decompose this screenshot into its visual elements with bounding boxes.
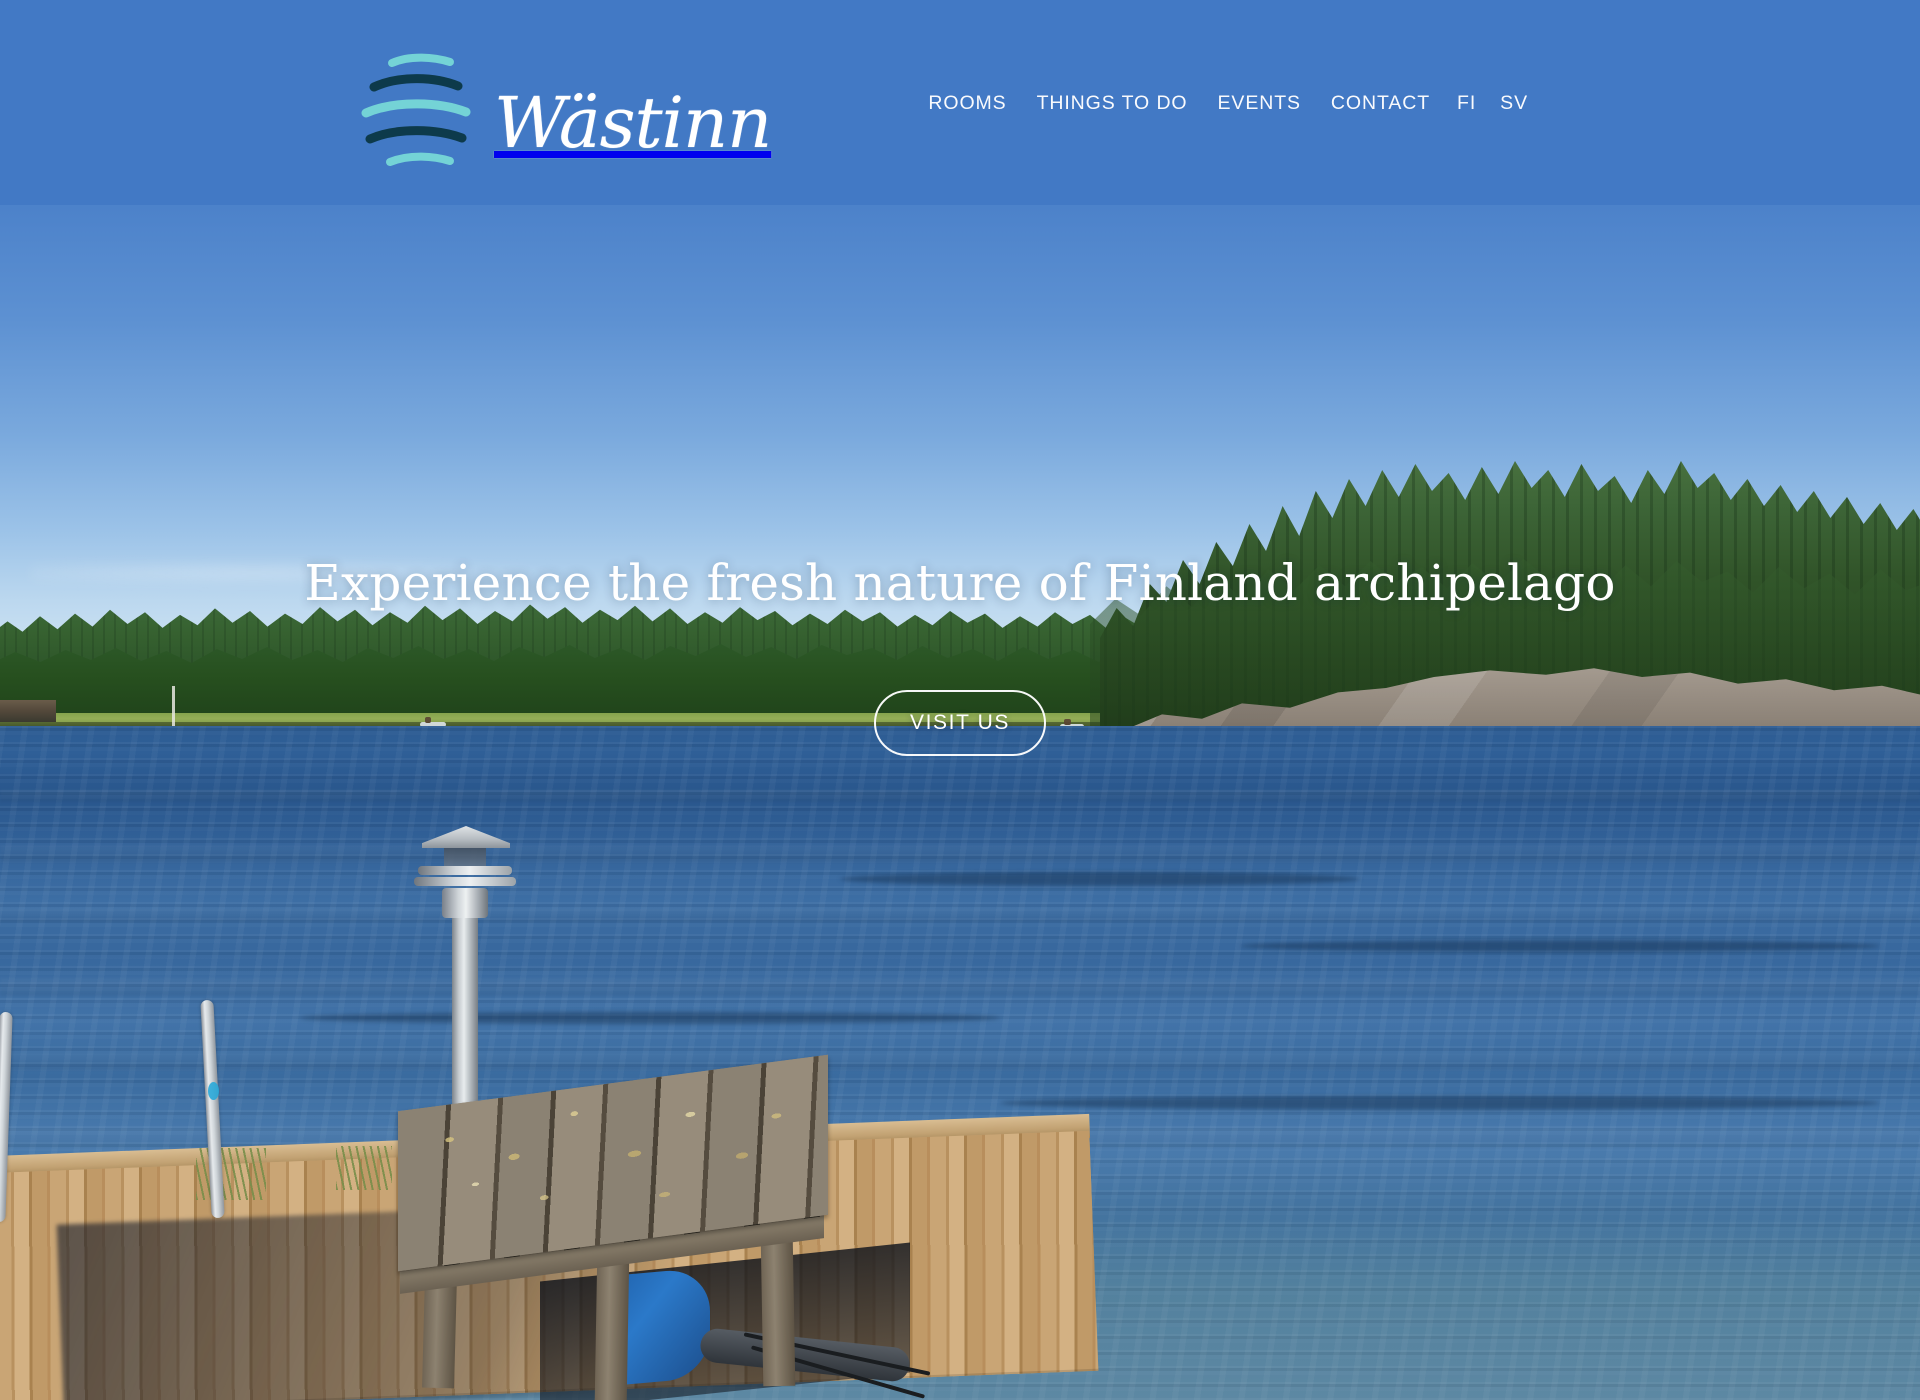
nav-lang-fi[interactable]: FI (1445, 92, 1488, 115)
water-streak-1 (840, 872, 1360, 886)
nav-events[interactable]: EVENTS (1203, 92, 1316, 115)
dock-lamp-ring-upper (418, 866, 512, 875)
hero-headline: Experience the fresh nature of Finland a… (304, 554, 1616, 612)
dock-lamp-ring-lower (414, 877, 516, 886)
brand-wordmark: Wästinn (494, 82, 772, 164)
wave-band-5 (0, 1054, 1920, 1070)
visit-us-button[interactable]: VISIT US (874, 690, 1046, 756)
hero-cta-wrapper: VISIT US (0, 690, 1920, 756)
nav-rooms[interactable]: ROOMS (913, 92, 1021, 115)
table-leg-right (760, 1235, 796, 1387)
water-streak-3 (300, 1012, 1000, 1024)
table-leg-front-left (594, 1251, 630, 1400)
nav-contact[interactable]: CONTACT (1316, 92, 1445, 115)
page-root: Wästinn ROOMS THINGS TO DO EVENTS CONTAC… (0, 0, 1920, 1400)
grass-tuft-left (196, 1148, 266, 1200)
water-streak-2 (1240, 940, 1880, 952)
wave-band-3 (0, 908, 1920, 922)
wave-band-4 (0, 978, 1920, 996)
nav-things-to-do[interactable]: THINGS TO DO (1022, 92, 1203, 115)
grass-tuft-center (336, 1146, 392, 1190)
primary-navigation: ROOMS THINGS TO DO EVENTS CONTACT FI SV (913, 92, 1540, 115)
brand-logo-link[interactable]: Wästinn (358, 46, 772, 174)
dock-lamp-collar (442, 888, 488, 918)
wave-globe-icon (358, 46, 476, 174)
water-streak-4 (1000, 1096, 1880, 1110)
ladder-rail-sticker (208, 1082, 219, 1100)
wave-band-1 (0, 790, 1920, 802)
site-header: Wästinn ROOMS THINGS TO DO EVENTS CONTAC… (0, 0, 1920, 205)
nav-lang-sv[interactable]: SV (1488, 92, 1540, 115)
wave-band-2 (0, 846, 1920, 862)
